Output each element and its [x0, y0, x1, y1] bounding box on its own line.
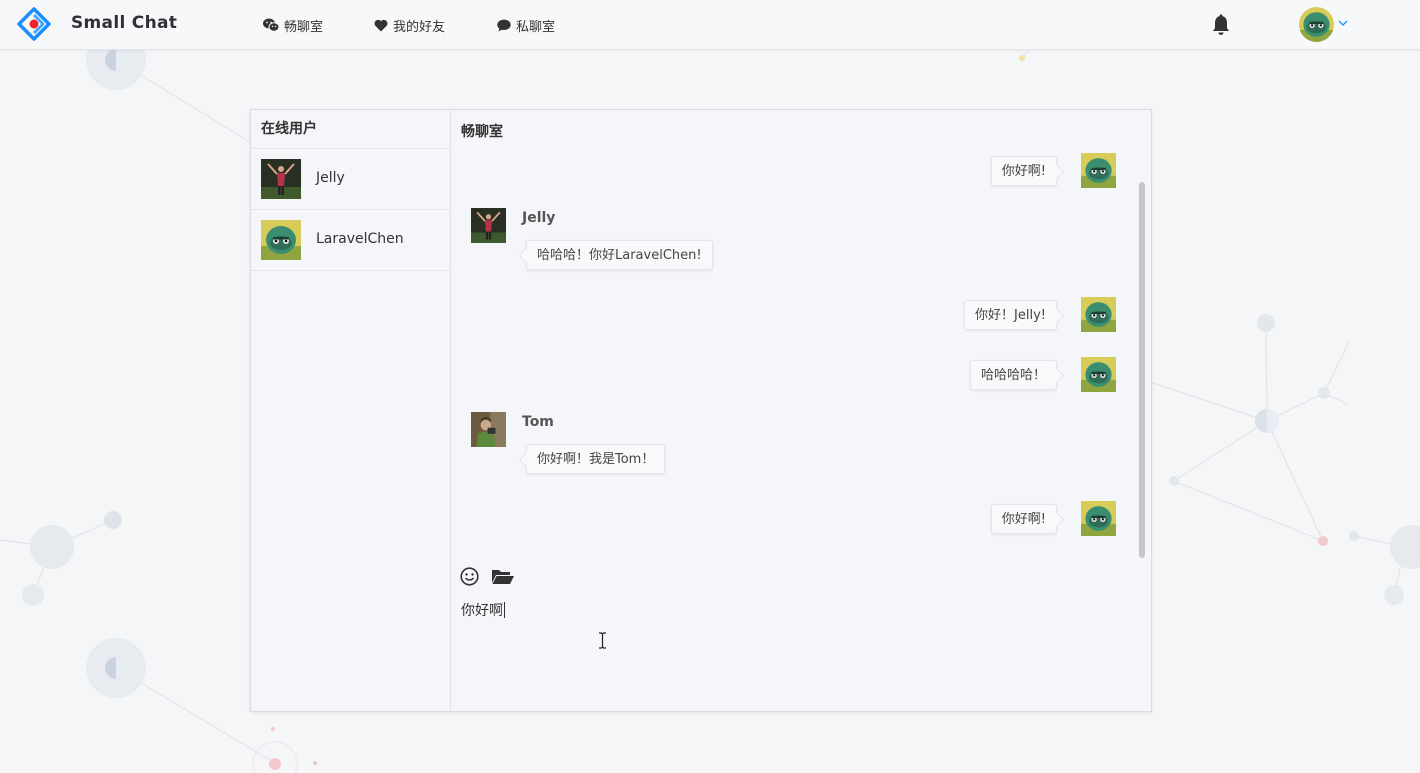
message-bubble-outgoing: 你好啊!	[990, 156, 1057, 186]
folder-open-icon[interactable]	[491, 568, 515, 585]
comment-icon	[497, 19, 511, 31]
online-users-sidebar: 在线用户 Jelly LaravelChen	[251, 110, 451, 711]
nav-item-friends-label: 我的好友	[393, 19, 446, 35]
nav-item-chatroom-label: 畅聊室	[284, 19, 324, 35]
wechat-icon	[263, 18, 279, 32]
message-avatar-tom	[471, 412, 506, 447]
top-navbar: Small Chat 畅聊室 我的好友 私聊室	[0, 0, 1420, 50]
message-input-value: 你好啊	[461, 603, 503, 619]
sidebar-title: 在线用户	[251, 110, 450, 149]
nav-item-friends[interactable]: 我的好友	[374, 16, 446, 35]
user-name-jelly: Jelly	[316, 170, 345, 186]
message-input[interactable]: 你好啊	[461, 600, 1131, 700]
message-scrollbar[interactable]	[1139, 182, 1145, 558]
nav-item-private-chat-label: 私聊室	[516, 19, 556, 35]
chatroom-title: 畅聊室	[461, 124, 503, 140]
online-user-item-jelly[interactable]: Jelly	[251, 149, 450, 210]
nav-item-chatroom[interactable]: 畅聊室	[263, 16, 324, 35]
user-menu[interactable]	[1299, 7, 1351, 43]
message-bubble-outgoing: 你好！Jelly!	[964, 300, 1057, 330]
text-cursor	[504, 602, 505, 618]
app-logo-icon[interactable]	[17, 7, 51, 41]
message-sender-name: Jelly	[522, 210, 556, 226]
bell-icon[interactable]	[1211, 14, 1231, 36]
online-user-item-laravelchen[interactable]: LaravelChen	[251, 210, 450, 271]
user-avatar-laravelchen	[261, 220, 301, 260]
message-bubble-outgoing: 哈哈哈哈！	[969, 360, 1057, 390]
message-bubble-incoming: 哈哈哈！你好LaravelChen!	[526, 240, 713, 270]
user-avatar-jelly	[261, 159, 301, 199]
mouse-ibeam-cursor-icon	[599, 632, 606, 649]
smile-icon[interactable]	[460, 567, 479, 586]
heart-icon	[374, 19, 388, 31]
message-avatar-self	[1081, 297, 1116, 332]
chevron-down-icon	[1338, 20, 1348, 26]
message-avatar-self	[1081, 153, 1116, 188]
user-name-laravelchen: LaravelChen	[316, 231, 404, 247]
message-avatar-self	[1081, 357, 1116, 392]
chatroom-area: 畅聊室 你好啊! Jelly 哈哈哈！你好LaravelChen! 你好！Jel…	[451, 110, 1151, 711]
nav-item-private-chat[interactable]: 私聊室	[497, 16, 556, 35]
message-avatar-self	[1081, 501, 1116, 536]
chat-panel: 在线用户 Jelly LaravelChen 畅聊室 你好啊! Jelly 哈哈…	[250, 109, 1152, 712]
message-bubble-incoming: 你好啊！我是Tom！	[526, 444, 666, 474]
brand-name[interactable]: Small Chat	[71, 13, 177, 33]
current-user-avatar	[1299, 7, 1334, 42]
message-avatar-jelly	[471, 208, 506, 243]
message-sender-name: Tom	[522, 414, 554, 430]
message-bubble-outgoing: 你好啊!	[990, 504, 1057, 534]
